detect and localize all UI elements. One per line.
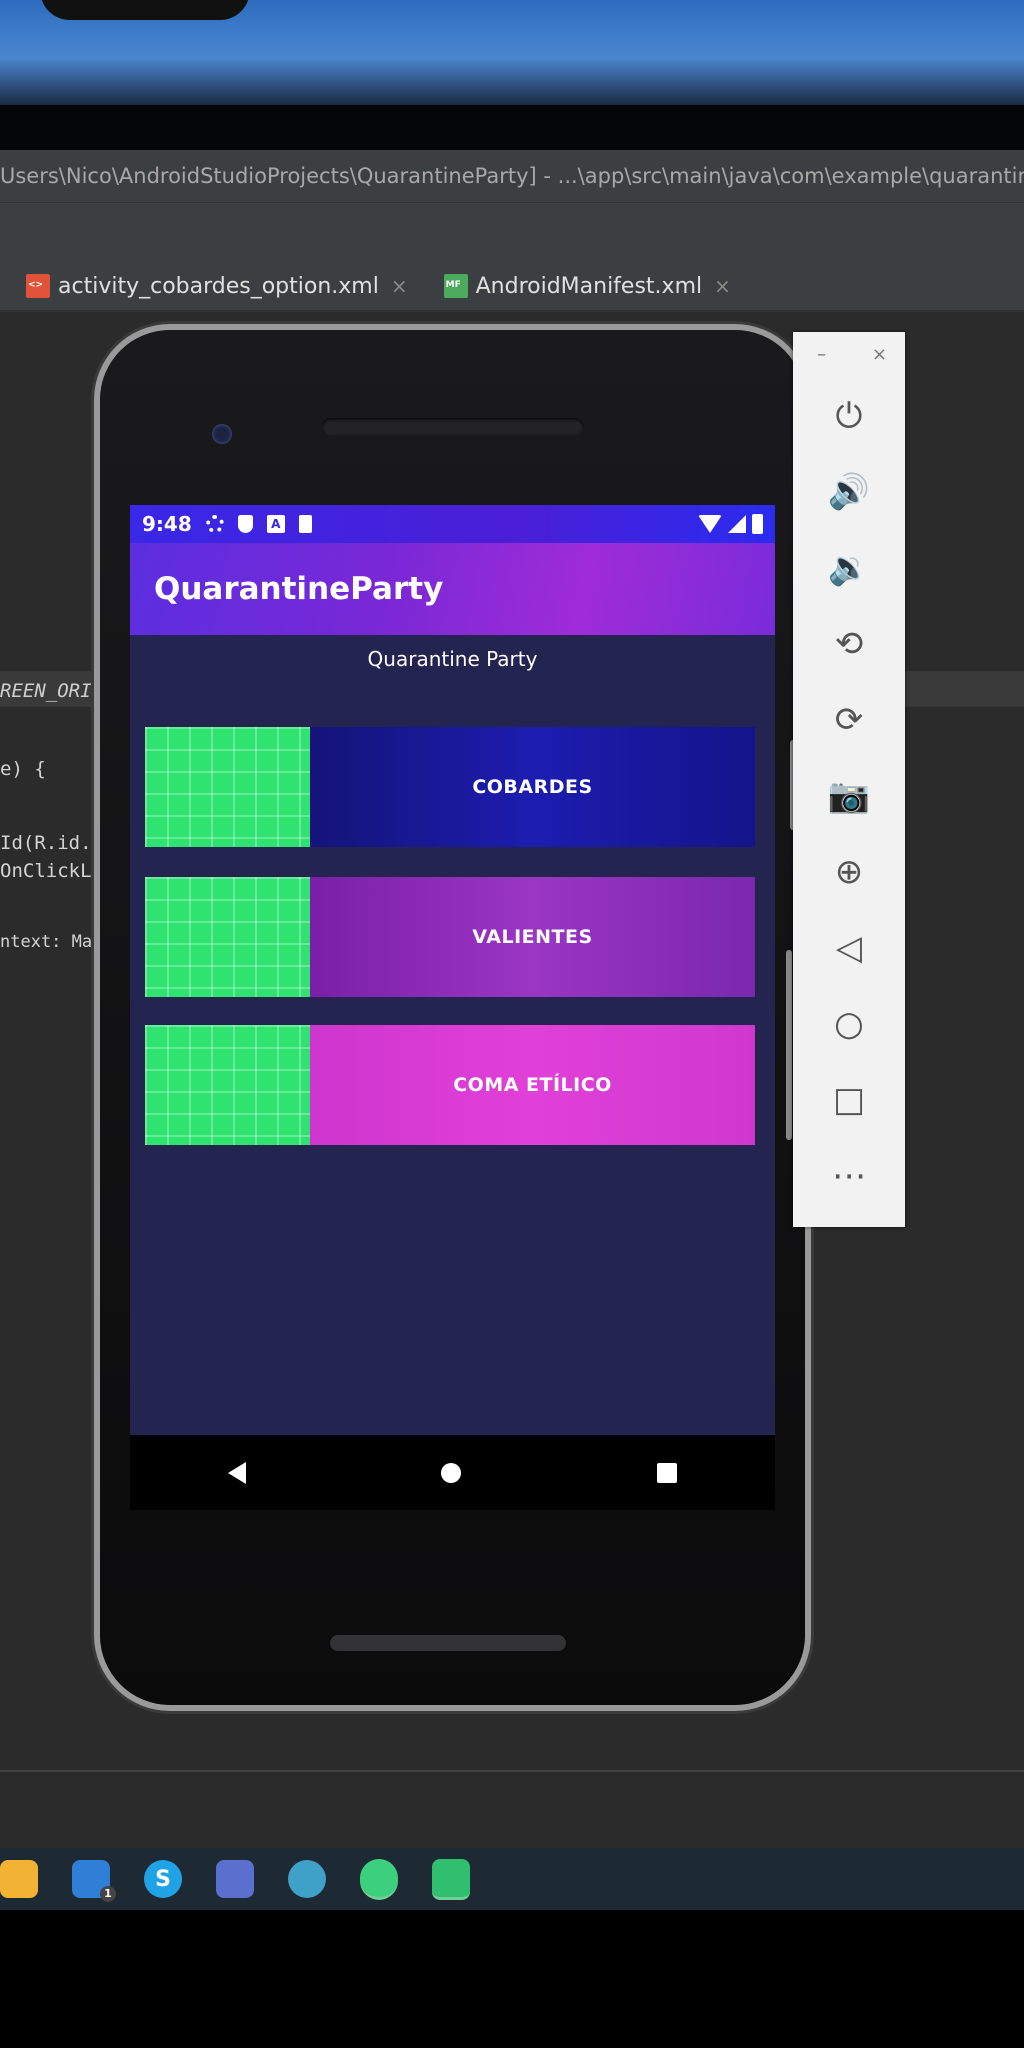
close-tab-icon[interactable]: ×	[391, 274, 408, 298]
camera-icon[interactable]: 📷	[793, 758, 905, 834]
option-row-valientes: VALIENTES	[145, 877, 755, 997]
window-title: Users\Nico\AndroidStudioProjects\Quarant…	[0, 150, 1024, 202]
headset-icon[interactable]	[288, 1860, 326, 1898]
rotate-right-icon[interactable]: ⟳	[793, 682, 905, 758]
xml-file-icon: <>	[26, 274, 50, 298]
home-icon[interactable]: ○	[793, 986, 905, 1062]
close-icon[interactable]: ×	[872, 344, 887, 378]
earpiece-speaker	[322, 418, 584, 436]
emulator-toolbar: – × ⏻ 🔊 🔉 ⟲ ⟳ 📷 ⊕ ◁ ○ □ ⋯	[793, 332, 905, 1227]
tab-android-manifest[interactable]: MF AndroidManifest.xml ×	[418, 262, 741, 310]
navigation-bar	[130, 1435, 775, 1510]
bottom-speaker	[330, 1635, 566, 1651]
app-title: QuarantineParty	[154, 571, 444, 607]
minimize-icon[interactable]: –	[817, 344, 826, 378]
monitor-bezel-bottom	[0, 1910, 1024, 2048]
coma-etilico-button[interactable]: COMA ETÍLICO	[310, 1025, 755, 1145]
toolbar-window-controls: – ×	[793, 332, 905, 378]
volume-up-icon[interactable]: 🔊	[793, 454, 905, 530]
option-image	[145, 1025, 310, 1145]
discord-icon[interactable]	[216, 1860, 254, 1898]
back-icon[interactable]	[227, 1461, 246, 1484]
tab-activity-cobardes-option[interactable]: <> activity_cobardes_option.xml ×	[0, 262, 418, 310]
volume-down-icon[interactable]: 🔉	[793, 530, 905, 606]
overview-icon[interactable]: □	[793, 1062, 905, 1138]
skype-icon[interactable]: S	[144, 1860, 182, 1898]
cobardes-button[interactable]: COBARDES	[310, 727, 755, 847]
page-heading: Quarantine Party	[367, 647, 538, 671]
phone-volume-button	[786, 950, 792, 1140]
option-image	[145, 877, 310, 997]
windows-taskbar: 1 S	[0, 1848, 1024, 1910]
android-studio-icon[interactable]	[360, 1858, 398, 1900]
code-line: REEN_ORIEN	[0, 680, 115, 702]
option-row-coma-etilico: COMA ETÍLICO	[145, 1025, 755, 1145]
gear-icon	[205, 515, 224, 533]
zoom-icon[interactable]: ⊕	[793, 834, 905, 910]
phone-emulator: 9:48 A QuarantineParty Quarantine Party …	[100, 330, 805, 1705]
wall-background	[0, 0, 1024, 105]
shield-icon	[237, 515, 253, 533]
option-image	[145, 727, 310, 847]
dark-object	[40, 0, 250, 20]
phone-screen: 9:48 A QuarantineParty Quarantine Party …	[130, 505, 775, 1510]
front-camera	[212, 424, 232, 444]
a-icon: A	[266, 515, 285, 533]
manifest-file-icon: MF	[443, 274, 468, 298]
editor-tabs: <> activity_cobardes_option.xml × MF And…	[0, 262, 1024, 312]
power-icon[interactable]: ⏻	[793, 378, 905, 454]
tab-label: AndroidManifest.xml	[475, 273, 703, 299]
signal-icon	[728, 515, 746, 533]
back-icon[interactable]: ◁	[793, 910, 905, 986]
ide-toolbar	[0, 202, 1024, 263]
tab-label: activity_cobardes_option.xml	[58, 273, 379, 299]
battery-icon	[752, 514, 763, 534]
close-tab-icon[interactable]: ×	[714, 274, 731, 298]
more-icon[interactable]: ⋯	[793, 1138, 905, 1214]
store-icon[interactable]	[0, 1860, 38, 1898]
wifi-icon	[698, 515, 722, 533]
ide-status-area	[0, 1770, 1024, 1848]
valientes-button[interactable]: VALIENTES	[310, 877, 755, 997]
home-icon[interactable]	[441, 1462, 462, 1483]
app-bar: QuarantineParty	[130, 543, 775, 635]
status-time: 9:48	[142, 512, 192, 536]
rotate-left-icon[interactable]: ⟲	[793, 606, 905, 682]
monitor-bezel-top	[0, 105, 1024, 150]
sd-card-icon	[298, 515, 312, 533]
status-bar: 9:48 A	[130, 505, 775, 543]
mail-icon[interactable]: 1	[72, 1860, 116, 1902]
app-icon[interactable]	[432, 1858, 470, 1900]
code-line: e) {	[0, 758, 46, 780]
mail-badge: 1	[100, 1886, 116, 1902]
option-row-cobardes: COBARDES	[145, 727, 755, 847]
recents-icon[interactable]	[657, 1462, 678, 1483]
